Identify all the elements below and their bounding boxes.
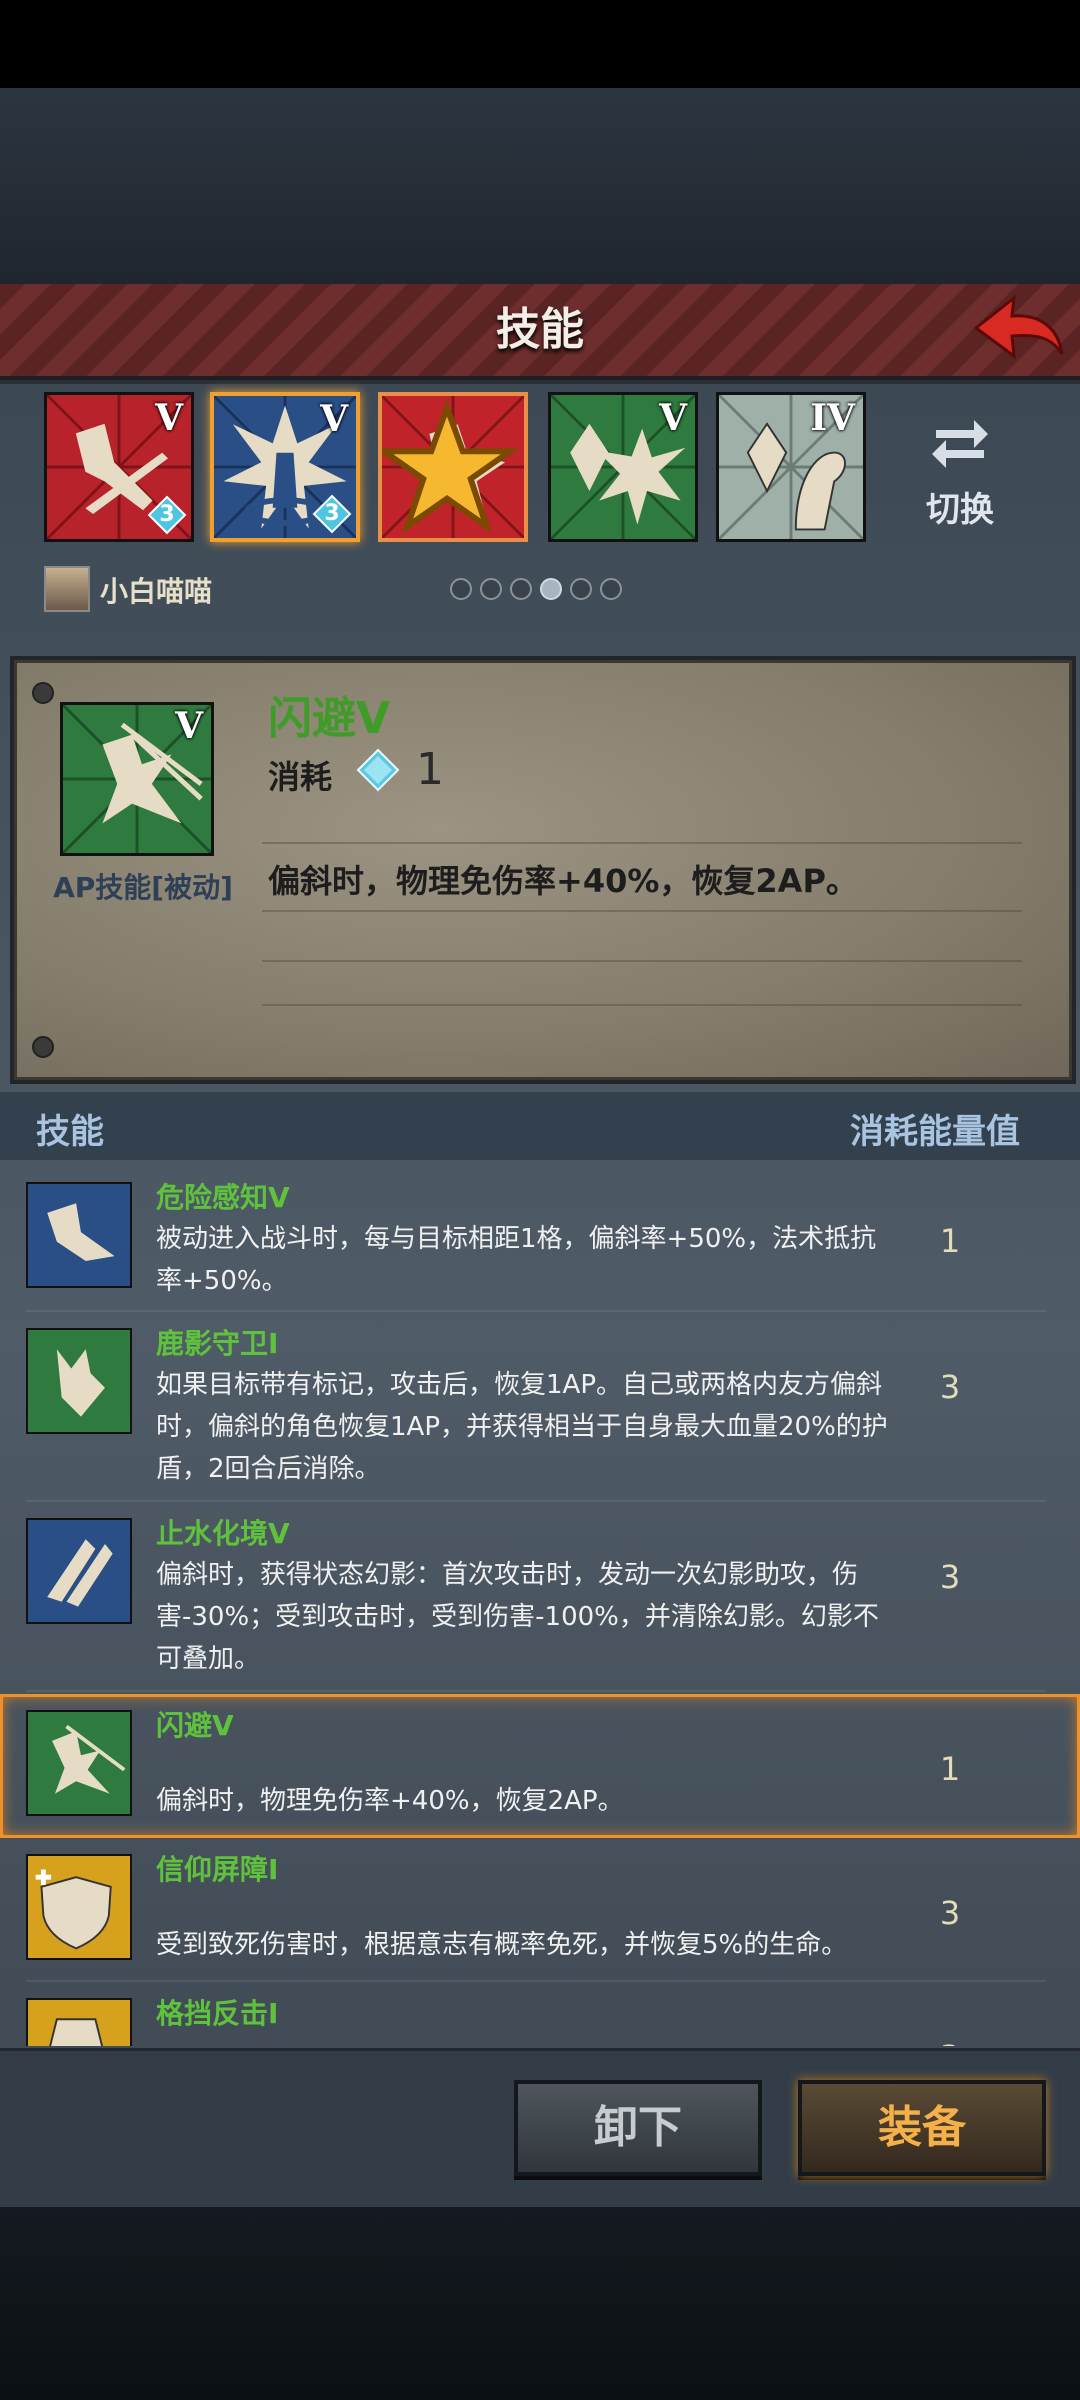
slot-1-gem-count: 3 bbox=[159, 502, 175, 527]
dodge-icon bbox=[26, 1710, 132, 1816]
skill-row[interactable]: 止水化境V 偏斜时，获得状态幻影：首次攻击时，发动一次幻影助攻，伤害-30%；受… bbox=[0, 1502, 1080, 1692]
star-icon bbox=[382, 400, 518, 534]
skill-row[interactable]: 危险感知V 被动进入战斗时，每与目标相距1格，偏斜率+50%，法术抵抗率+50%… bbox=[0, 1166, 1080, 1312]
slot-4-rank: V bbox=[659, 397, 687, 439]
page-title: 技能 bbox=[496, 304, 584, 355]
page-dot-3[interactable] bbox=[510, 578, 532, 600]
detail-skill-name: 闪避V bbox=[268, 693, 391, 744]
still-water-realm-icon bbox=[26, 1518, 132, 1624]
list-header-skill: 技能 bbox=[36, 1112, 104, 1152]
skill-slot-4[interactable]: V bbox=[548, 392, 698, 542]
skill-slot-5[interactable]: IV bbox=[716, 392, 866, 542]
skill-list[interactable]: 危险感知V 被动进入战斗时，每与目标相距1格，偏斜率+50%，法术抵抗率+50%… bbox=[0, 1166, 1080, 2046]
block-counter-icon bbox=[26, 1998, 132, 2046]
page-dot-6[interactable] bbox=[600, 578, 622, 600]
faith-barrier-icon bbox=[26, 1854, 132, 1960]
cost-label: 消耗 bbox=[268, 758, 333, 796]
slot-2-gem-badge: 3 bbox=[312, 494, 352, 534]
skill-slot-3[interactable] bbox=[378, 392, 528, 542]
skill-cost: 3 bbox=[939, 1558, 961, 1596]
skill-row[interactable]: 鹿影守卫I 如果目标带有标记，攻击后，恢复1AP。自己或两格内友方偏斜时，偏斜的… bbox=[0, 1312, 1080, 1502]
slot-5-rank: IV bbox=[810, 397, 855, 439]
skill-name: 鹿影守卫I bbox=[156, 1327, 279, 1360]
divider bbox=[26, 1690, 1046, 1692]
skill-description: 被动进入战斗时，每与目标相距1格，偏斜率+50%，法术抵抗率+50%。 bbox=[156, 1224, 877, 1296]
divider bbox=[262, 960, 1022, 962]
skill-description: 受到致死伤害时，根据意志有概率免死，并恢复5%的生命。 bbox=[156, 1930, 848, 1960]
detail-description: 偏斜时，物理免伤率+40%，恢复2AP。 bbox=[268, 862, 858, 900]
skill-name: 信仰屏障I bbox=[156, 1853, 279, 1886]
skill-slot-2[interactable]: V 3 bbox=[210, 392, 360, 542]
slot-2-rank: V bbox=[320, 398, 348, 440]
slot-2-gem-count: 3 bbox=[324, 501, 340, 526]
equip-button[interactable]: 装备 bbox=[798, 2080, 1046, 2176]
divider bbox=[262, 910, 1022, 912]
skill-name: 闪避V bbox=[156, 1709, 234, 1742]
avatar bbox=[44, 566, 90, 612]
skill-row-selected[interactable]: 闪避V 偏斜时，物理免伤率+40%，恢复2AP。 1 bbox=[0, 1694, 1080, 1838]
skill-cost: 1 bbox=[939, 1750, 961, 1788]
list-header-energy-cost: 消耗能量值 bbox=[850, 1112, 1020, 1152]
background-top bbox=[0, 88, 1080, 284]
back-arrow-icon bbox=[973, 294, 1064, 360]
skill-name: 危险感知V bbox=[156, 1181, 290, 1214]
character-name: 小白喵喵 bbox=[100, 575, 213, 608]
skill-slot-1[interactable]: V 3 bbox=[44, 392, 194, 542]
page-dot-1[interactable] bbox=[450, 578, 472, 600]
detail-cost-value: 1 bbox=[416, 744, 444, 795]
deer-shadow-guard-icon bbox=[26, 1328, 132, 1434]
status-bar-area bbox=[0, 0, 1080, 88]
page-dot-5[interactable] bbox=[570, 578, 592, 600]
skill-cost: 3 bbox=[930, 2038, 970, 2046]
slot-1-rank: V bbox=[155, 397, 183, 439]
skill-description: 偏斜时，物理免伤率+40%，恢复2AP。 bbox=[156, 1786, 624, 1816]
skill-name: 止水化境V bbox=[156, 1517, 290, 1550]
switch-label: 切换 bbox=[926, 490, 994, 530]
skill-name: 格挡反击I bbox=[156, 1997, 279, 2030]
page-dot-2[interactable] bbox=[480, 578, 502, 600]
unequip-button[interactable]: 卸下 bbox=[514, 2080, 762, 2176]
danger-sense-icon bbox=[26, 1182, 132, 1288]
back-button[interactable] bbox=[968, 288, 1068, 368]
skill-cost: 3 bbox=[939, 1368, 961, 1406]
background-bottom bbox=[0, 2204, 1080, 2400]
skill-type-label: AP技能[被动] bbox=[53, 871, 233, 904]
divider bbox=[262, 842, 1022, 844]
skill-description: 偏斜时，获得状态幻影：首次攻击时，发动一次幻影助攻，伤害-30%；受到攻击时，受… bbox=[156, 1560, 879, 1674]
pin-icon bbox=[32, 682, 54, 704]
skill-description: 如果目标带有标记，攻击后，恢复1AP。自己或两格内友方偏斜时，偏斜的角色恢复1A… bbox=[156, 1370, 888, 1484]
detail-rank: V bbox=[175, 705, 203, 747]
skill-cost: 1 bbox=[939, 1222, 961, 1260]
divider bbox=[262, 1004, 1022, 1006]
slot-1-gem-badge: 3 bbox=[147, 495, 187, 535]
swap-arrows-icon bbox=[932, 420, 988, 468]
energy-gem-icon bbox=[356, 748, 400, 792]
skill-row[interactable]: 格挡反击I 3 bbox=[0, 1982, 1080, 2046]
skill-row[interactable]: 信仰屏障I 受到致死伤害时，根据意志有概率免死，并恢复5%的生命。 3 bbox=[0, 1838, 1080, 1982]
detail-skill-icon: V bbox=[60, 702, 214, 856]
page-dot-4[interactable] bbox=[540, 578, 562, 600]
skill-cost: 3 bbox=[939, 1894, 961, 1932]
switch-button[interactable]: 切换 bbox=[900, 410, 1020, 540]
pin-icon bbox=[32, 1036, 54, 1058]
